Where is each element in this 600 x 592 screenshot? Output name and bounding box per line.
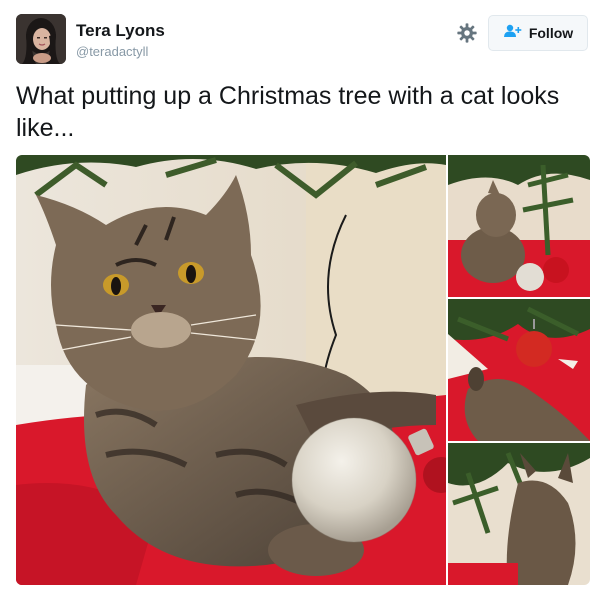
avatar[interactable] <box>16 14 66 64</box>
photo-cat-climbing-tree[interactable] <box>448 443 590 585</box>
photo-cat-with-ornament[interactable] <box>16 155 446 585</box>
follow-button[interactable]: Follow <box>488 15 588 51</box>
media-grid <box>16 155 590 585</box>
tweet-card: Tera Lyons @teradactyll Follow What putt… <box>0 0 600 592</box>
tweet-header: Tera Lyons @teradactyll Follow <box>16 14 588 66</box>
add-user-icon <box>503 24 523 43</box>
tweet-text: What putting up a Christmas tree with a … <box>16 82 560 142</box>
photo-cat-reaching-ornament[interactable] <box>448 299 590 441</box>
photo-cat-under-tree[interactable] <box>448 155 590 297</box>
user-handle[interactable]: @teradactyll <box>76 44 148 59</box>
gear-icon[interactable] <box>456 22 478 44</box>
follow-button-label: Follow <box>528 25 574 41</box>
user-name[interactable]: Tera Lyons <box>76 21 165 41</box>
